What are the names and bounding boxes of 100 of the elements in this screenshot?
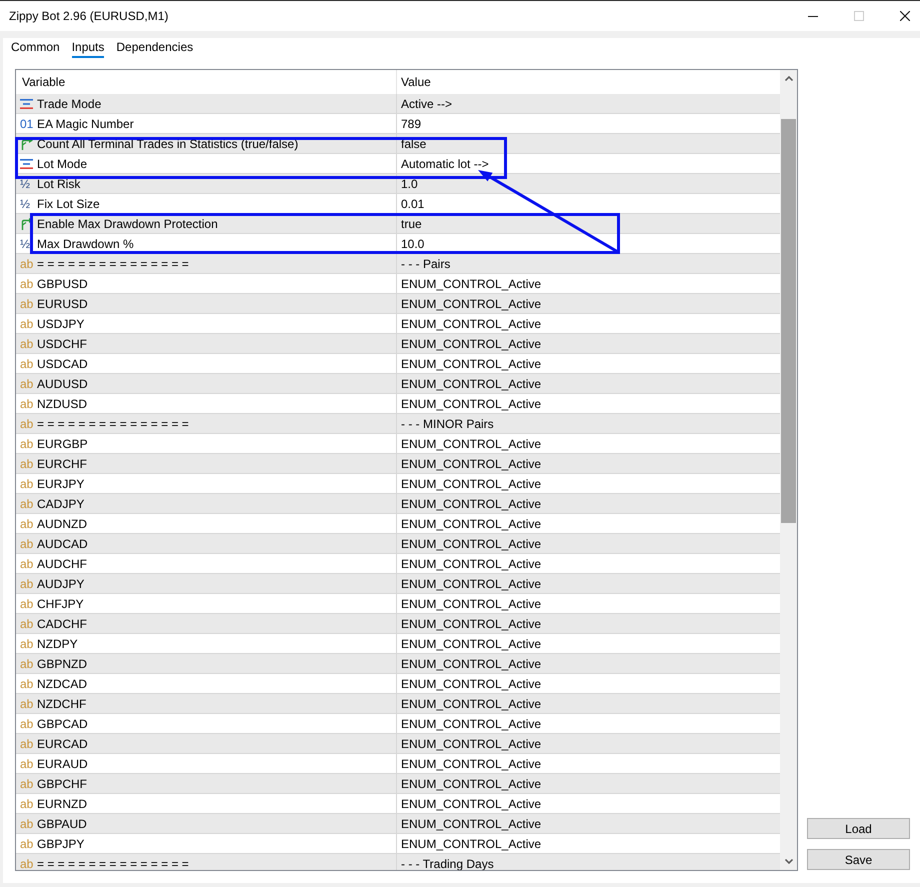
- parameter-value: ENUM_CONTROL_Active: [401, 296, 542, 310]
- parameter-value: ENUM_CONTROL_Active: [401, 716, 542, 730]
- parameter-value: 10.0: [401, 236, 424, 250]
- parameter-row[interactable]: ab = = = = = = = = = = = = = = = - - - MINOR Pairs: [16, 414, 780, 434]
- string-type-icon: ab: [20, 496, 33, 510]
- parameter-row[interactable]: ab AUDCAD ENUM_CONTROL_Active: [16, 534, 780, 554]
- parameter-row[interactable]: ab GBPUSD ENUM_CONTROL_Active: [16, 274, 780, 294]
- parameter-name: EURCAD: [37, 736, 88, 750]
- parameter-name: GBPJPY: [37, 836, 84, 850]
- parameter-value: ENUM_CONTROL_Active: [401, 356, 542, 370]
- parameter-name: = = = = = = = = = = = = = = =: [37, 256, 189, 270]
- parameter-name: AUDCHF: [37, 556, 87, 570]
- parameter-name: CADCHF: [37, 616, 87, 630]
- parameter-row[interactable]: ab GBPCAD ENUM_CONTROL_Active: [16, 714, 780, 734]
- parameter-name: Trade Mode: [37, 96, 102, 110]
- parameter-value: ENUM_CONTROL_Active: [401, 776, 542, 790]
- parameter-value: ENUM_CONTROL_Active: [401, 376, 542, 390]
- chevron-down-icon: [784, 859, 792, 864]
- parameter-name: CHFJPY: [37, 596, 84, 610]
- string-type-icon: ab: [20, 836, 33, 850]
- save-button[interactable]: Save: [807, 849, 910, 870]
- string-type-icon: ab: [20, 256, 33, 270]
- parameter-name: EURUSD: [37, 296, 88, 310]
- parameter-name: Lot Mode: [37, 156, 88, 170]
- parameter-row[interactable]: Lot Mode Automatic lot -->: [16, 154, 780, 174]
- parameter-row[interactable]: ab EURCHF ENUM_CONTROL_Active: [16, 454, 780, 474]
- parameter-row[interactable]: ab NZDUSD ENUM_CONTROL_Active: [16, 394, 780, 414]
- branch-arrow-icon: [20, 138, 33, 150]
- string-type-icon: ab: [20, 336, 33, 350]
- parameter-value: ENUM_CONTROL_Active: [401, 516, 542, 530]
- parameter-row[interactable]: ab CADCHF ENUM_CONTROL_Active: [16, 614, 780, 634]
- parameter-row[interactable]: ab EURAUD ENUM_CONTROL_Active: [16, 754, 780, 774]
- parameter-row[interactable]: ab = = = = = = = = = = = = = = = - - - Pairs: [16, 254, 780, 274]
- parameter-row[interactable]: ab USDCHF ENUM_CONTROL_Active: [16, 334, 780, 354]
- parameter-name: USDCHF: [37, 336, 87, 350]
- parameter-row[interactable]: 01 EA Magic Number 789: [16, 114, 780, 134]
- parameter-name: Count All Terminal Trades in Statistics (true/false): [37, 136, 298, 150]
- window-title: Zippy Bot 2.96 (EURUSD,M1): [8, 9, 168, 23]
- parameter-name: AUDNZD: [37, 516, 87, 530]
- parameter-name: GBPNZD: [37, 656, 88, 670]
- string-type-icon: ab: [20, 376, 33, 390]
- parameter-row[interactable]: ab GBPCHF ENUM_CONTROL_Active: [16, 774, 780, 794]
- parameter-row[interactable]: Trade Mode Active -->: [16, 94, 780, 114]
- scrollbar-thumb[interactable]: [781, 119, 796, 523]
- parameter-name: Enable Max Drawdown Protection: [37, 216, 218, 230]
- string-type-icon: ab: [20, 636, 33, 650]
- parameter-row[interactable]: ab GBPNZD ENUM_CONTROL_Active: [16, 654, 780, 674]
- parameter-row[interactable]: ab EURUSD ENUM_CONTROL_Active: [16, 294, 780, 314]
- tab[interactable]: Inputs: [66, 40, 110, 59]
- parameter-row[interactable]: Count All Terminal Trades in Statistics (true/false) false: [16, 134, 780, 154]
- parameter-row[interactable]: ab AUDJPY ENUM_CONTROL_Active: [16, 574, 780, 594]
- parameter-row[interactable]: ab USDCAD ENUM_CONTROL_Active: [16, 354, 780, 374]
- parameter-row[interactable]: ½ Lot Risk 1.0: [16, 174, 780, 194]
- branch-arrow-icon: [20, 218, 33, 230]
- column-header[interactable]: Value: [397, 70, 780, 94]
- parameter-name: NZDUSD: [37, 396, 87, 410]
- list-lines-icon: [20, 158, 33, 168]
- parameter-row[interactable]: Enable Max Drawdown Protection true: [16, 214, 780, 234]
- parameter-row[interactable]: ab GBPJPY ENUM_CONTROL_Active: [16, 834, 780, 854]
- parameter-row[interactable]: ab CADJPY ENUM_CONTROL_Active: [16, 494, 780, 514]
- string-type-icon: ab: [20, 456, 33, 470]
- parameter-value: ENUM_CONTROL_Active: [401, 596, 542, 610]
- parameter-row[interactable]: ab NZDPY ENUM_CONTROL_Active: [16, 634, 780, 654]
- parameter-row[interactable]: ab USDJPY ENUM_CONTROL_Active: [16, 314, 780, 334]
- parameter-row[interactable]: ½ Fix Lot Size 0.01: [16, 194, 780, 214]
- parameter-name: AUDUSD: [37, 376, 88, 390]
- string-type-icon: ab: [20, 696, 33, 710]
- parameter-value: ENUM_CONTROL_Active: [401, 476, 542, 490]
- parameter-name: EURNZD: [37, 796, 87, 810]
- parameter-row[interactable]: ab AUDNZD ENUM_CONTROL_Active: [16, 514, 780, 534]
- parameter-row[interactable]: ab NZDCHF ENUM_CONTROL_Active: [16, 694, 780, 714]
- chevron-up-icon: [784, 76, 792, 81]
- string-type-icon: ab: [20, 356, 33, 370]
- parameter-row[interactable]: ab GBPAUD ENUM_CONTROL_Active: [16, 814, 780, 834]
- parameter-row[interactable]: ab EURCAD ENUM_CONTROL_Active: [16, 734, 780, 754]
- parameter-row[interactable]: ab EURNZD ENUM_CONTROL_Active: [16, 794, 780, 814]
- parameter-value: - - - MINOR Pairs: [401, 416, 494, 430]
- parameter-value: ENUM_CONTROL_Active: [401, 576, 542, 590]
- parameter-value: true: [401, 216, 422, 230]
- parameter-name: NZDCHF: [37, 696, 86, 710]
- parameter-row[interactable]: ab AUDUSD ENUM_CONTROL_Active: [16, 374, 780, 394]
- parameter-row[interactable]: ab AUDCHF ENUM_CONTROL_Active: [16, 554, 780, 574]
- load-button[interactable]: Load: [807, 818, 910, 839]
- string-type-icon: ab: [20, 616, 33, 630]
- parameter-name: Max Drawdown %: [37, 236, 134, 250]
- parameter-row[interactable]: ab EURGBP ENUM_CONTROL_Active: [16, 434, 780, 454]
- string-type-icon: ab: [20, 656, 33, 670]
- parameter-row[interactable]: ab = = = = = = = = = = = = = = = - - - Trading Days: [16, 854, 780, 870]
- parameter-row[interactable]: ab CHFJPY ENUM_CONTROL_Active: [16, 594, 780, 614]
- parameter-name: = = = = = = = = = = = = = = =: [37, 856, 189, 870]
- string-type-icon: ab: [20, 556, 33, 570]
- parameter-name: EURGBP: [37, 436, 88, 450]
- parameter-row[interactable]: ab EURJPY ENUM_CONTROL_Active: [16, 474, 780, 494]
- integer-type-icon: 01: [20, 116, 33, 130]
- tab[interactable]: Dependencies: [111, 40, 198, 59]
- parameter-row[interactable]: ab NZDCAD ENUM_CONTROL_Active: [16, 674, 780, 694]
- tab[interactable]: Common: [6, 40, 65, 59]
- parameter-value: ENUM_CONTROL_Active: [401, 796, 542, 810]
- string-type-icon: ab: [20, 856, 33, 870]
- parameter-value: ENUM_CONTROL_Active: [401, 696, 542, 710]
